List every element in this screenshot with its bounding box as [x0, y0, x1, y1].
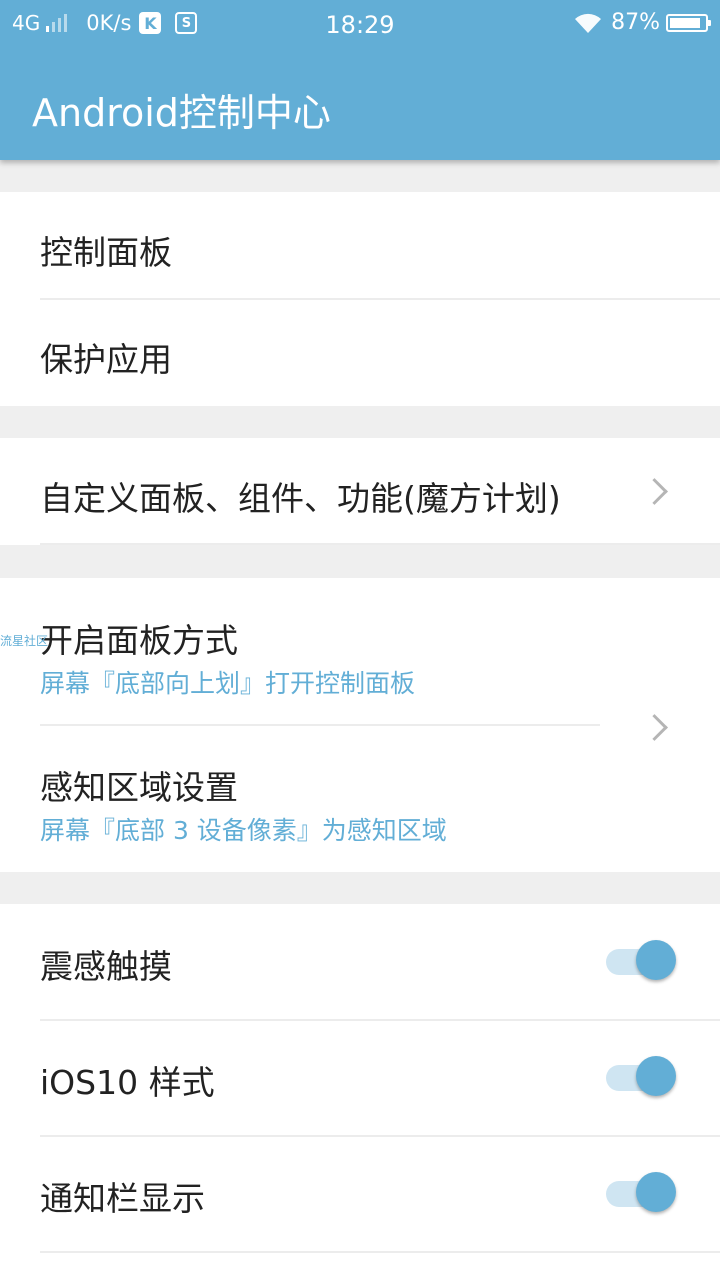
status-right: 87% [573, 10, 711, 35]
vibration-touch-row: 震感触摸 [0, 904, 720, 1020]
protected-apps-label: 保护应用 [40, 340, 172, 379]
control-panel-item[interactable]: 控制面板 [0, 192, 720, 299]
chevron-right-icon [641, 478, 668, 505]
wifi-icon [575, 13, 602, 33]
toggle-knob [636, 1056, 676, 1096]
open-method-label: 开启面板方式 [40, 621, 238, 660]
open-method-value: 屏幕『底部向上划』打开控制面板 [40, 669, 416, 698]
customize-group: 自定义面板、组件、功能(魔方计划) [0, 438, 720, 545]
gesture-group: 开启面板方式 屏幕『底部向上划』打开控制面板 感知区域设置 屏幕『底部 3 设备… [0, 578, 720, 872]
divider [40, 1251, 720, 1253]
watermark: 流星社区 [0, 634, 49, 648]
customize-label: 自定义面板、组件、功能(魔方计划) [40, 479, 561, 518]
status-bar: 4G 0K/s K S 18:29 87% [0, 0, 720, 50]
ios10-style-toggle[interactable] [606, 1056, 676, 1100]
divider [40, 543, 720, 545]
notification-bar-row: 通知栏显示 [0, 1136, 720, 1252]
open-method-item[interactable]: 开启面板方式 屏幕『底部向上划』打开控制面板 [0, 578, 720, 725]
toggle-knob [636, 940, 676, 980]
page-title: Android控制中心 [32, 91, 331, 135]
ios10-style-row: iOS10 样式 [0, 1020, 720, 1136]
panel-group: 控制面板 保护应用 [0, 192, 720, 406]
ios10-style-label: iOS10 样式 [40, 1063, 215, 1102]
protected-apps-item[interactable]: 保护应用 [0, 299, 720, 406]
battery-percent: 87% [611, 10, 660, 35]
battery-icon [666, 13, 711, 32]
sensing-area-item[interactable]: 感知区域设置 屏幕『底部 3 设备像素』为感知区域 [0, 725, 720, 872]
battery-fill [670, 17, 700, 28]
app-bar: 4G 0K/s K S 18:29 87% Android控制中心 [0, 0, 720, 160]
sensing-area-label: 感知区域设置 [40, 768, 238, 807]
sensing-area-value: 屏幕『底部 3 设备像素』为感知区域 [40, 816, 447, 845]
customize-item[interactable]: 自定义面板、组件、功能(魔方计划) [0, 438, 720, 545]
vibration-touch-label: 震感触摸 [40, 947, 172, 986]
notification-bar-label: 通知栏显示 [40, 1179, 205, 1218]
vibration-touch-toggle[interactable] [606, 940, 676, 984]
toggle-knob [636, 1172, 676, 1212]
toggles-group: 震感触摸 iOS10 样式 通知栏显示 [0, 904, 720, 1280]
notification-bar-toggle[interactable] [606, 1172, 676, 1216]
control-panel-label: 控制面板 [40, 233, 172, 272]
